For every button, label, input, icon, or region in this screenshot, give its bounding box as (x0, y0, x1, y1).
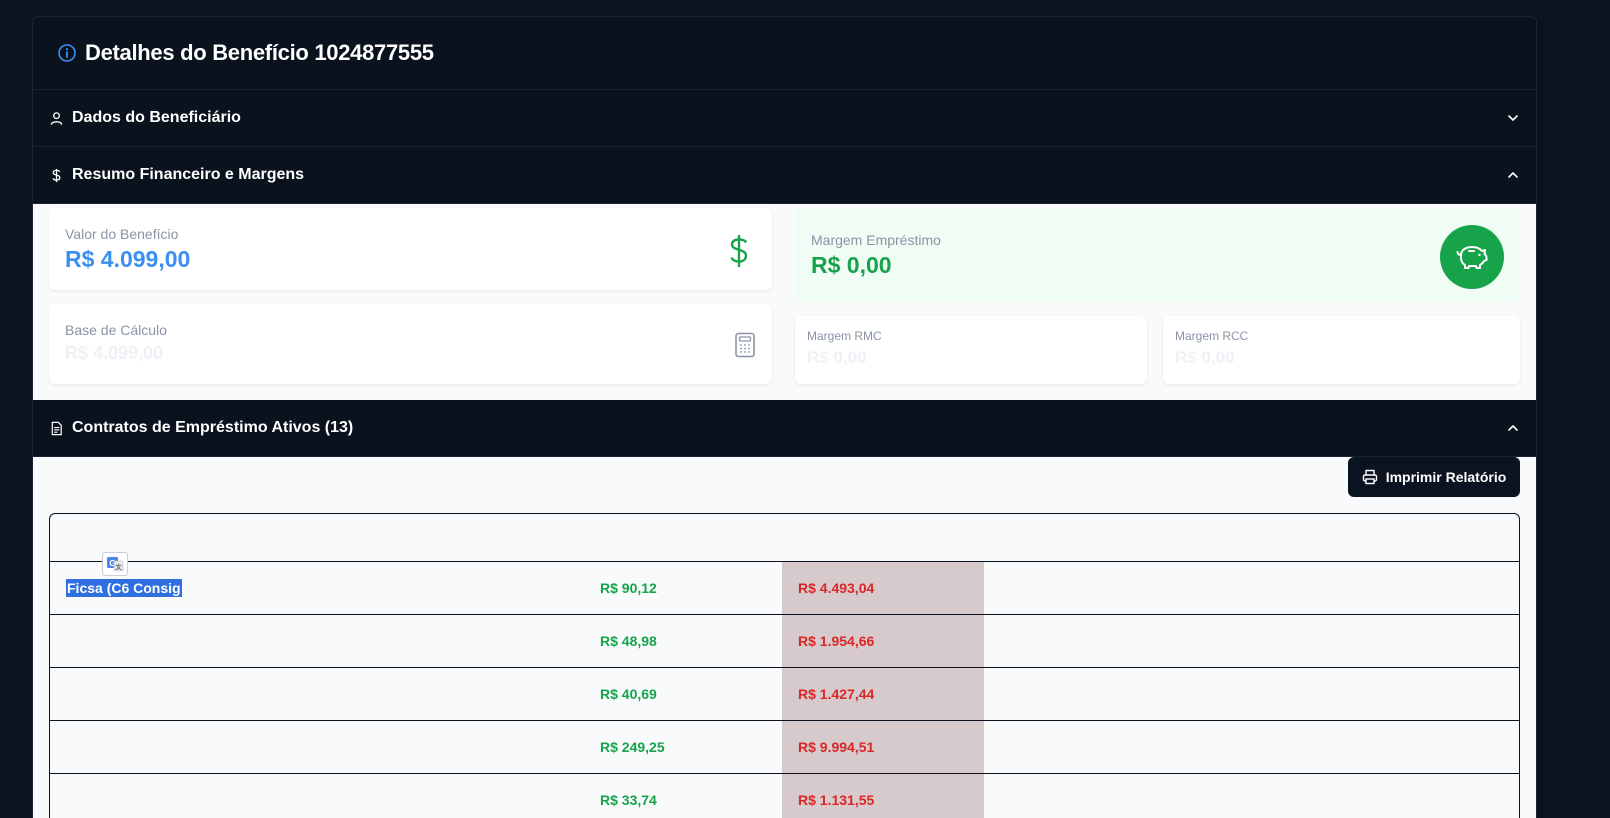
print-report-label: Imprimir Relatório (1385, 469, 1507, 485)
piggy-bank-badge (1440, 225, 1504, 289)
section-beneficiario-title: Dados do Beneficiário (72, 109, 241, 126)
valor-beneficio-value: R$ 4.099,00 (65, 246, 191, 272)
table-row: R$ 40,69 R$ 1.427,44 (50, 668, 1519, 721)
contract-balance: R$ 1.131,55 (798, 792, 875, 808)
section-financeiro-title: Resumo Financeiro e Margens (72, 166, 305, 183)
svg-text:文: 文 (114, 562, 122, 571)
contract-balance: R$ 1.427,44 (798, 686, 875, 702)
margem-emprestimo-value: R$ 0,00 (811, 252, 892, 278)
margem-rmc-label: Margem RMC (807, 329, 882, 343)
financial-summary: Valor do Benefício R$ 4.099,00 Base de C… (33, 204, 1536, 400)
table-row: R$ 249,25 R$ 9.994,51 (50, 721, 1519, 774)
section-financeiro-toggle[interactable]: Resumo Financeiro e Margens (33, 147, 1536, 204)
contract-installment: R$ 33,74 (600, 792, 657, 808)
section-contratos-toggle[interactable]: Contratos de Empréstimo Ativos (13) (33, 400, 1536, 457)
contract-bank-name: Ficsa (C6 Consig (66, 579, 182, 597)
dollar-sign-icon (730, 235, 748, 267)
printer-icon (1362, 469, 1377, 485)
section-contratos-title: Contratos de Empréstimo Ativos (13) (72, 419, 354, 436)
valor-beneficio-card: Valor do Benefício R$ 4.099,00 (49, 208, 772, 290)
base-calculo-value: R$ 4.099,00 (65, 343, 164, 363)
print-report-button[interactable]: Imprimir Relatório (1348, 457, 1520, 497)
contract-installment: R$ 40,69 (600, 686, 657, 702)
contract-balance: R$ 9.994,51 (798, 739, 875, 755)
contracts-section: Imprimir Relatório G 文 Ficsa (C6 Consig … (33, 457, 1536, 818)
contract-balance: R$ 4.493,04 (798, 580, 875, 596)
section-beneficiario-toggle[interactable]: Dados do Beneficiário (33, 90, 1536, 147)
dollar-icon (52, 168, 61, 182)
contracts-table: G 文 Ficsa (C6 Consig R$ 90,12 R$ 4.493,0… (49, 513, 1520, 818)
contract-balance: R$ 1.954,66 (798, 633, 875, 649)
base-calculo-label: Base de Cálculo (65, 322, 167, 338)
contract-installment: R$ 48,98 (600, 633, 657, 649)
margem-rcc-label: Margem RCC (1175, 329, 1249, 343)
google-translate-icon[interactable]: G 文 (102, 552, 128, 576)
table-row: G 文 Ficsa (C6 Consig R$ 90,12 R$ 4.493,0… (50, 552, 1519, 615)
info-icon (58, 44, 76, 62)
calculator-icon (735, 332, 755, 358)
table-row: R$ 48,98 R$ 1.954,66 (50, 615, 1519, 668)
margem-emprestimo-label: Margem Empréstimo (811, 232, 941, 248)
panel-header: Detalhes do Benefício 1024877555 (33, 17, 1536, 90)
chevron-down-icon (1508, 115, 1518, 121)
document-icon (51, 421, 62, 435)
margem-rcc-value: R$ 0,00 (1175, 348, 1235, 367)
valor-beneficio-label: Valor do Benefício (65, 226, 179, 242)
contract-installment: R$ 249,25 (600, 739, 665, 755)
benefit-details-panel: Detalhes do Benefício 1024877555 Dados d… (32, 16, 1537, 818)
chevron-up-icon (1508, 425, 1518, 431)
margem-rcc-card: Margem RCC R$ 0,00 (1163, 316, 1520, 384)
page-title: Detalhes do Benefício 1024877555 (85, 40, 434, 65)
table-row: R$ 33,74 R$ 1.131,55 (50, 774, 1519, 818)
margem-rmc-value: R$ 0,00 (807, 348, 867, 367)
piggy-bank-icon (1456, 246, 1488, 269)
margem-rmc-card: Margem RMC R$ 0,00 (795, 316, 1147, 384)
margem-emprestimo-card: Margem Empréstimo R$ 0,00 (795, 208, 1520, 302)
user-icon (50, 111, 63, 125)
chevron-up-icon (1508, 172, 1518, 178)
contract-installment: R$ 90,12 (600, 580, 657, 596)
base-calculo-card: Base de Cálculo R$ 4.099,00 (49, 304, 772, 384)
table-header (50, 514, 1519, 562)
